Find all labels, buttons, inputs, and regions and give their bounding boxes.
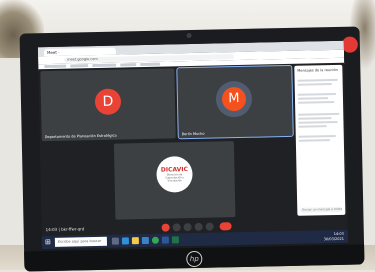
participant-name: Departamento de Planeación Estratégica: [44, 133, 117, 140]
dicavic-logo: DICAVIC Dirección de Capacitación y Vinc…: [156, 155, 193, 193]
hp-logo: hp: [186, 250, 203, 268]
excel-icon[interactable]: [171, 236, 179, 244]
present-button[interactable]: [194, 222, 203, 231]
system-tray-clock[interactable]: 14:03 30/03/2021: [324, 232, 344, 241]
chat-message: [298, 112, 340, 116]
windows-start-icon[interactable]: ⊞: [45, 238, 52, 246]
chat-message: [298, 125, 327, 128]
chrome-icon[interactable]: [151, 236, 159, 244]
avatar: D: [94, 88, 122, 116]
meeting-info: 14:03 | bkr-ffwr-qrd: [45, 226, 85, 233]
edge-icon[interactable]: [121, 237, 129, 245]
bookmark-item[interactable]: [70, 64, 89, 68]
presentation-tile[interactable]: DICAVIC Dirección de Capacitación y Vinc…: [113, 141, 236, 220]
taskbar-search[interactable]: Escribe aquí para buscar: [54, 236, 108, 247]
participant-name: Berlín Mucho: [181, 131, 205, 137]
chat-message: [297, 83, 332, 86]
chat-message: [298, 101, 335, 104]
camera-button[interactable]: [172, 223, 181, 232]
bookmark-item[interactable]: [44, 64, 67, 69]
chat-message: [297, 97, 328, 100]
bookmark-item[interactable]: [140, 62, 161, 67]
chat-message: [298, 134, 336, 138]
meet-stage: D Departamento de Planeación Estratégica…: [38, 62, 348, 237]
explorer-icon[interactable]: [131, 237, 139, 245]
chat-input[interactable]: Enviar un mensaje a todos: [300, 206, 343, 213]
word-icon[interactable]: [161, 236, 169, 244]
task-view-icon[interactable]: [111, 237, 119, 245]
participant-tile[interactable]: M Berlín Mucho: [176, 64, 294, 140]
bookmark-item[interactable]: [120, 63, 137, 67]
chat-message: [298, 117, 332, 120]
bookmark-item[interactable]: [92, 63, 117, 68]
end-call-button[interactable]: [219, 222, 232, 231]
store-icon[interactable]: [141, 236, 149, 245]
monitor: Meet - meet.google.com D Departamento de…: [19, 26, 365, 272]
chat-message: [298, 139, 330, 142]
participant-tile[interactable]: D Departamento de Planeación Estratégica: [40, 68, 176, 142]
chat-message: [298, 120, 338, 124]
more-options-button[interactable]: [205, 222, 214, 231]
record-indicator: [341, 36, 359, 53]
webcam: [186, 32, 192, 39]
screen: Meet - meet.google.com D Departamento de…: [37, 40, 348, 250]
captions-button[interactable]: [183, 223, 192, 232]
mic-off-button[interactable]: [161, 223, 170, 232]
chat-message: [297, 78, 338, 82]
chat-message: [297, 92, 336, 96]
chat-title: Mensajes de la reunión: [297, 67, 338, 73]
chat-panel: Mensajes de la reunión Enviar un mensaje…: [294, 64, 346, 216]
